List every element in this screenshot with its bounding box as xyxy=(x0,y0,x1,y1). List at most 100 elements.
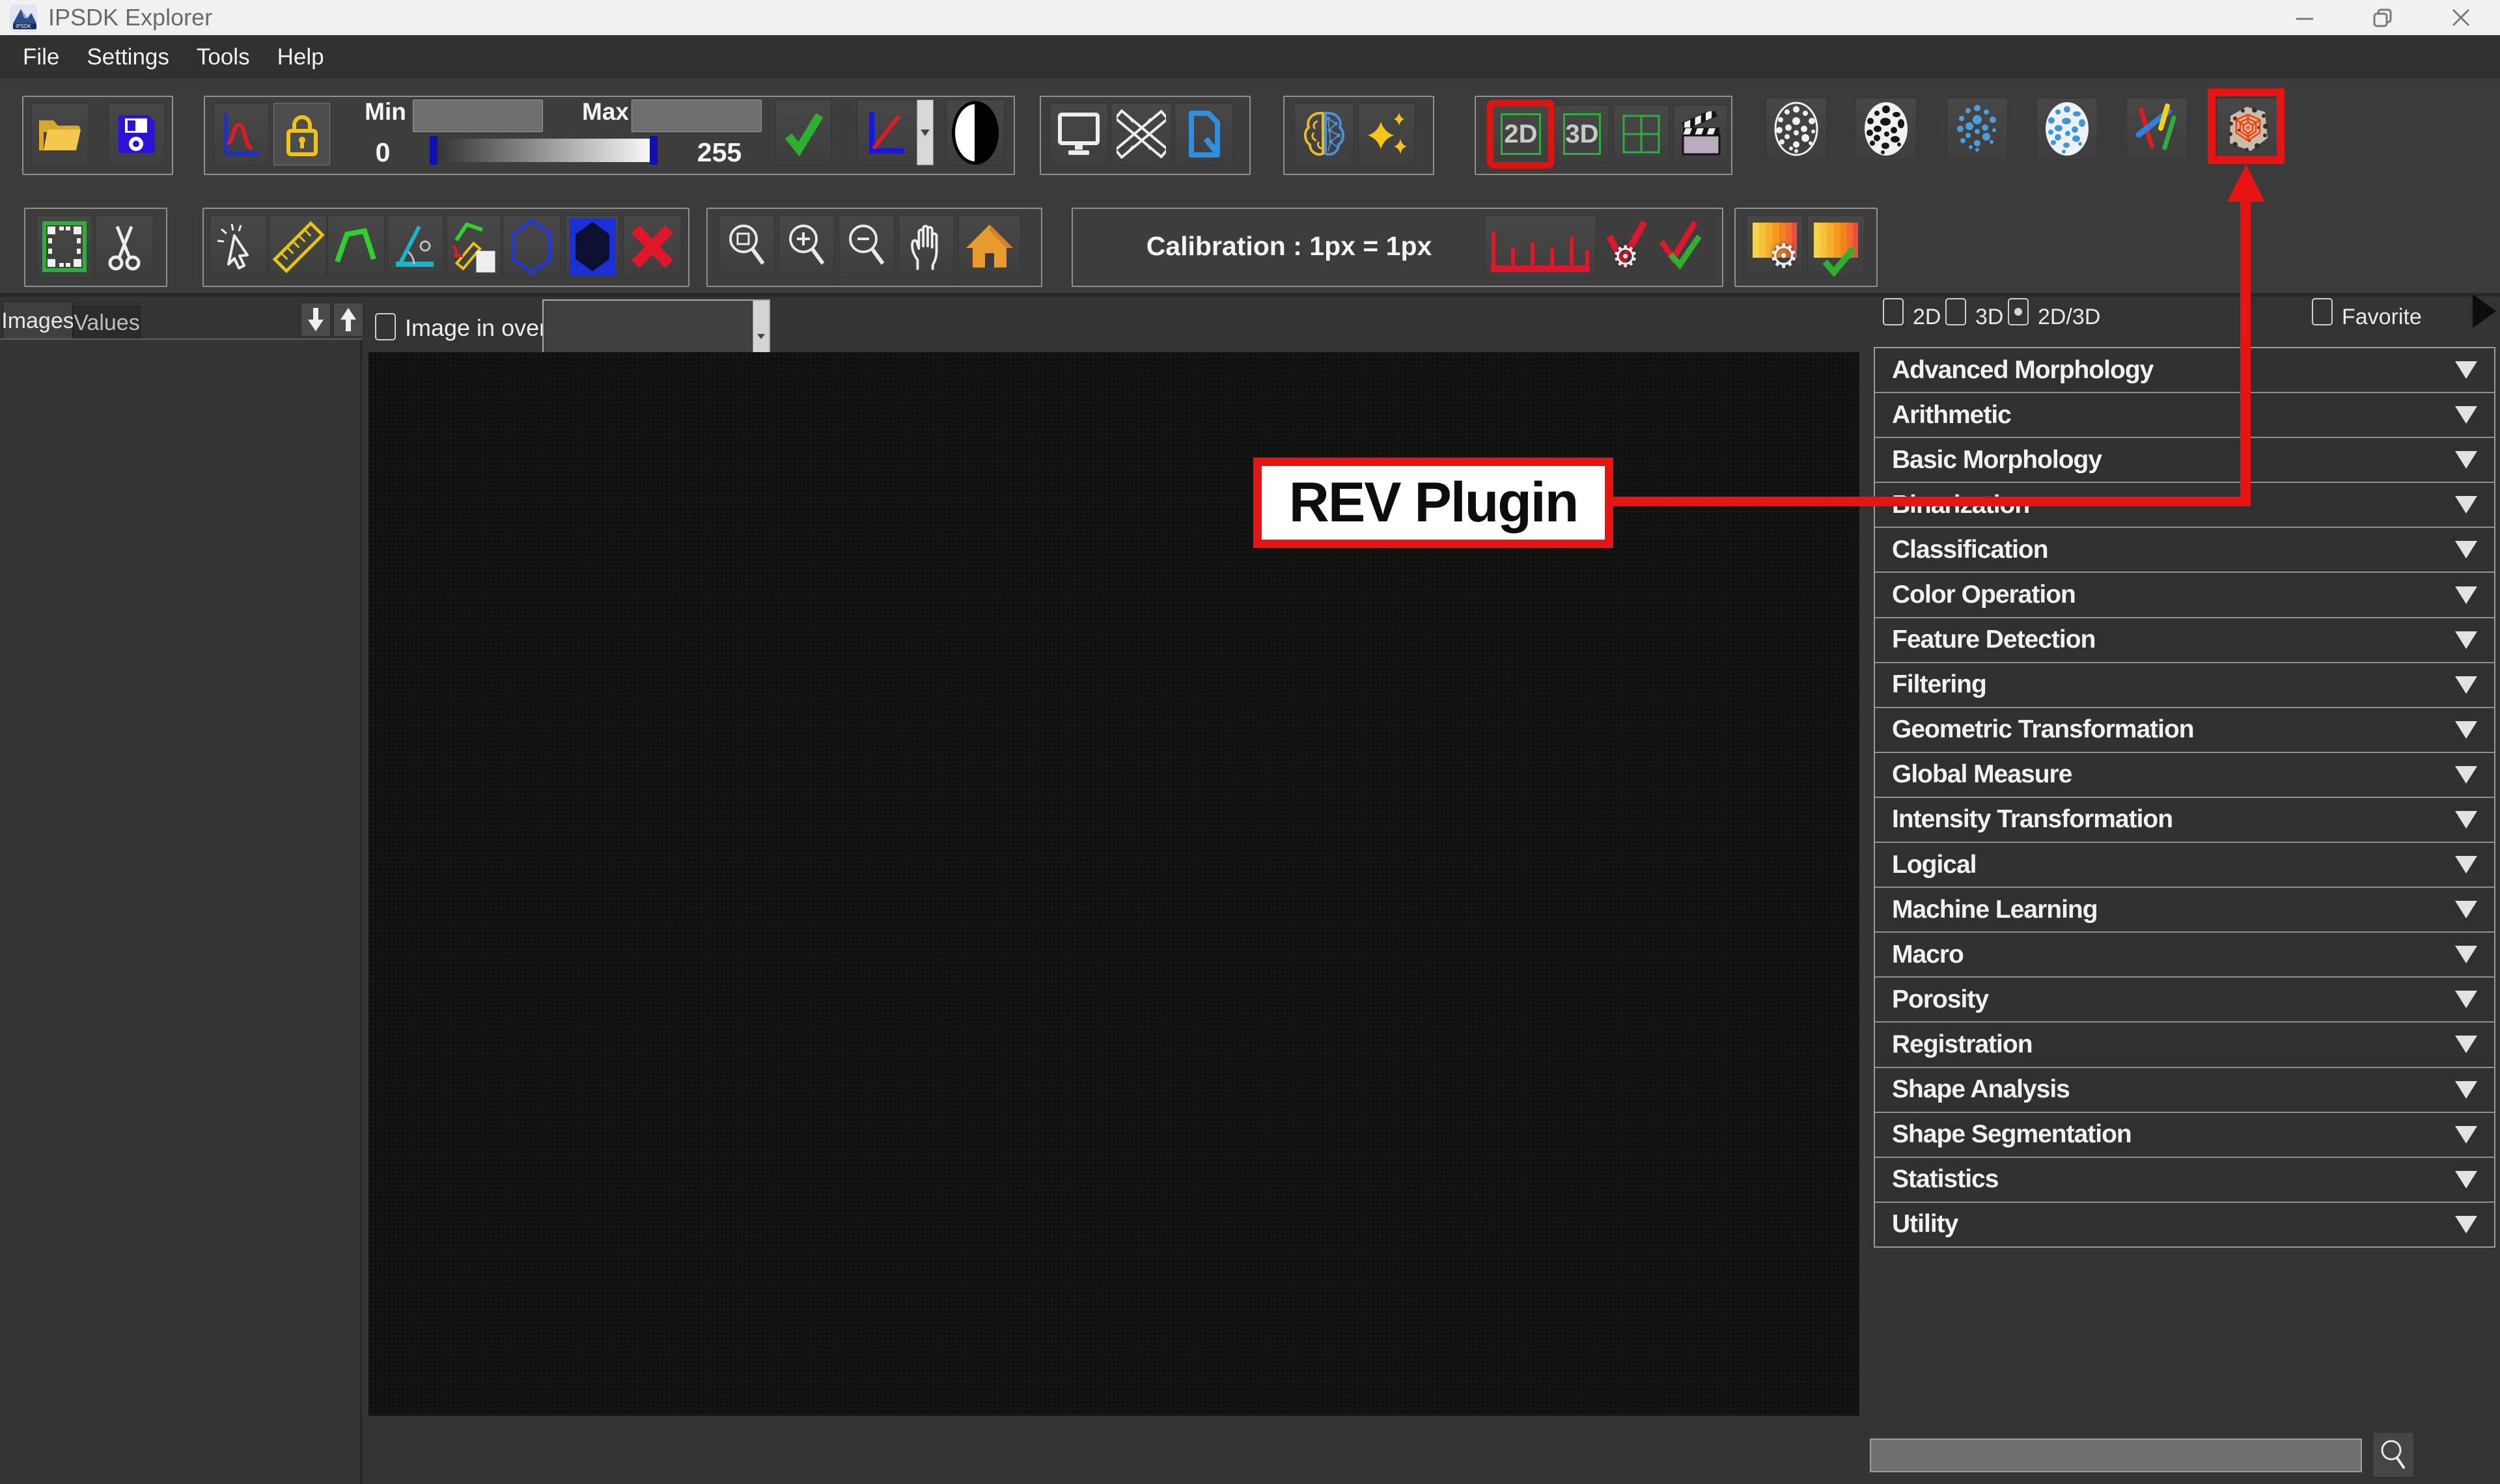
restore-button[interactable] xyxy=(2354,0,2412,35)
category-label: Porosity xyxy=(1892,985,2455,1014)
angle-tool-button[interactable] xyxy=(387,215,443,278)
blue-porosity-icon-button[interactable] xyxy=(2036,98,2098,160)
panel-expand-arrow-icon[interactable] xyxy=(2473,294,2496,328)
category-label: Basic Morphology xyxy=(1892,446,2455,474)
fibers-icon-button[interactable] xyxy=(2126,98,2188,160)
ruler-tool-button[interactable] xyxy=(270,215,327,278)
rev-plugin-callout: REV Plugin xyxy=(1253,458,1613,548)
multi-measure-button[interactable] xyxy=(447,215,501,278)
split-view-button[interactable] xyxy=(1613,105,1669,163)
category-row[interactable]: Utility xyxy=(1875,1203,2494,1246)
category-row[interactable]: Macro xyxy=(1875,933,2494,978)
category-row[interactable]: Geometric Transformation xyxy=(1875,708,2494,753)
category-row[interactable]: Porosity xyxy=(1875,978,2494,1023)
lock-lut-button[interactable] xyxy=(273,103,330,165)
home-view-button[interactable] xyxy=(958,215,1021,278)
svg-text:IPSDK: IPSDK xyxy=(16,23,32,29)
histogram-button[interactable] xyxy=(214,103,270,165)
category-label: Intensity Transformation xyxy=(1892,805,2455,834)
cut-scissors-button[interactable] xyxy=(95,215,154,278)
calibration-settings-button[interactable]: ⚙ xyxy=(1603,215,1651,277)
favorite-checkbox[interactable] xyxy=(2312,298,2333,325)
colormap-settings-button[interactable]: ⚙ xyxy=(1746,215,1803,278)
crossed-rulers-button[interactable] xyxy=(1111,103,1172,165)
zoom-out-button[interactable] xyxy=(839,215,895,278)
move-down-button[interactable] xyxy=(301,303,331,337)
polyline-tool-button[interactable] xyxy=(327,215,385,278)
calibration-apply-button[interactable] xyxy=(1656,215,1704,277)
rect-selection-button[interactable] xyxy=(36,215,92,278)
category-row[interactable]: Basic Morphology xyxy=(1875,438,2494,483)
colormap-apply-button[interactable] xyxy=(1807,215,1865,278)
tab-images-label: Images xyxy=(1,309,74,334)
zoom-region-button[interactable] xyxy=(719,215,775,278)
lut-gradient-slider[interactable] xyxy=(430,139,658,162)
brain-icon-button[interactable] xyxy=(1294,103,1354,165)
lut-slider-max-handle[interactable] xyxy=(650,136,658,165)
sparkles-icon-button[interactable] xyxy=(1358,103,1415,165)
category-row[interactable]: Machine Learning xyxy=(1875,888,2494,933)
open-folder-button[interactable] xyxy=(31,103,89,165)
category-row[interactable]: Global Measure xyxy=(1875,753,2494,798)
edit-document-button[interactable] xyxy=(1174,103,1233,165)
min-input[interactable] xyxy=(413,100,543,132)
polygon-filled-button[interactable] xyxy=(565,215,619,278)
tab-images[interactable]: Images xyxy=(3,301,73,340)
category-row[interactable]: Statistics xyxy=(1875,1158,2494,1203)
pan-hand-button[interactable] xyxy=(898,215,954,278)
category-row[interactable]: Arithmetic xyxy=(1875,393,2494,438)
category-row[interactable]: Advanced Morphology xyxy=(1875,348,2494,393)
lut-slider-min-handle[interactable] xyxy=(430,136,438,165)
save-button[interactable] xyxy=(108,103,165,165)
porosity-black-icon-button[interactable] xyxy=(1855,98,1917,160)
movie-clapper-button[interactable] xyxy=(1673,105,1728,163)
polygon-outline-button[interactable] xyxy=(503,215,561,278)
menu-item[interactable]: Help xyxy=(264,35,338,79)
category-label: Registration xyxy=(1892,1030,2455,1059)
apply-lut-button[interactable] xyxy=(775,100,831,165)
menu-item[interactable]: Settings xyxy=(73,35,182,79)
chevron-down-icon xyxy=(2455,1036,2477,1053)
images-panel-body[interactable] xyxy=(0,340,362,1484)
filter-3d-label: 3D xyxy=(1975,305,2003,330)
calibration-ruler-button[interactable] xyxy=(1484,215,1596,278)
zoom-in-button[interactable] xyxy=(779,215,835,278)
click-cursor-button[interactable] xyxy=(210,215,267,278)
filter-2d3d-radio[interactable] xyxy=(2008,298,2029,325)
filter-3d-checkbox[interactable] xyxy=(1945,298,1966,325)
delete-measure-button[interactable] xyxy=(623,215,682,278)
blue-particles-icon-button[interactable] xyxy=(1947,98,2008,160)
transfer-function-button[interactable] xyxy=(857,100,918,165)
image-in-overlay-checkbox[interactable] xyxy=(375,313,396,340)
fullscreen-button[interactable] xyxy=(1049,103,1108,165)
category-row[interactable]: Registration xyxy=(1875,1023,2494,1067)
category-row[interactable]: Color Operation xyxy=(1875,573,2494,618)
minimize-button[interactable] xyxy=(2275,0,2334,35)
tab-values[interactable]: Values xyxy=(73,306,141,340)
close-button[interactable] xyxy=(2432,0,2490,35)
category-row[interactable]: Logical xyxy=(1875,843,2494,888)
menu-item[interactable]: Tools xyxy=(183,35,264,79)
range-max-value: 255 xyxy=(684,137,755,168)
category-label: Color Operation xyxy=(1892,581,2455,609)
search-button[interactable] xyxy=(2372,1432,2414,1477)
transfer-function-spinner[interactable] xyxy=(917,100,934,165)
invert-contrast-button[interactable] xyxy=(946,100,1005,165)
image-canvas[interactable] xyxy=(368,352,1859,1416)
category-row[interactable]: Shape Segmentation xyxy=(1875,1113,2494,1158)
max-input[interactable] xyxy=(632,100,762,132)
category-row[interactable]: Classification xyxy=(1875,528,2494,573)
menu-item[interactable]: File xyxy=(9,35,73,79)
category-row[interactable]: Feature Detection xyxy=(1875,618,2494,663)
view-3d-button[interactable]: 3D xyxy=(1555,105,1609,163)
view-3d-label: 3D xyxy=(1563,113,1601,155)
search-input[interactable] xyxy=(1870,1438,2362,1472)
view-2d-button[interactable]: 2D xyxy=(1492,105,1549,163)
category-row[interactable]: Shape Analysis xyxy=(1875,1068,2494,1113)
move-up-button[interactable] xyxy=(333,303,363,337)
filter-2d-checkbox[interactable] xyxy=(1883,298,1904,325)
category-row[interactable]: Filtering xyxy=(1875,663,2494,708)
category-row[interactable]: Intensity Transformation xyxy=(1875,798,2494,843)
chevron-down-icon xyxy=(2455,631,2477,649)
porosity-outline-icon-button[interactable] xyxy=(1766,98,1827,160)
